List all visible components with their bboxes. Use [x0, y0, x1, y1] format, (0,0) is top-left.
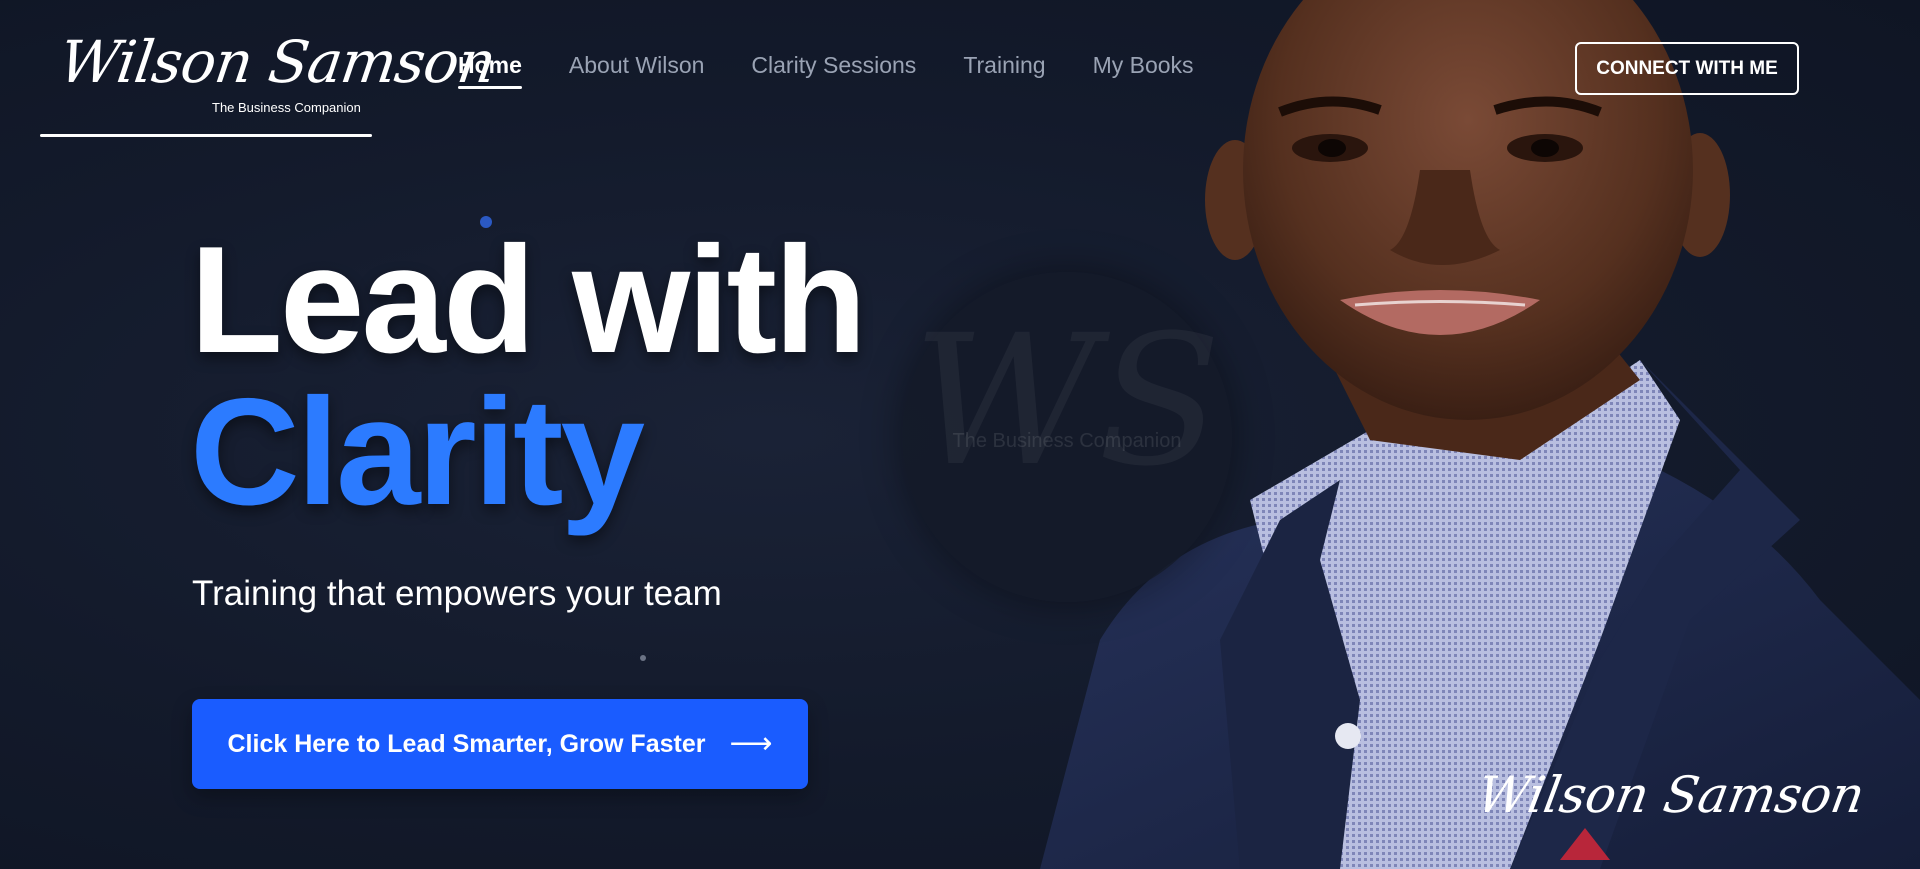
headline-line-2: Clarity: [190, 367, 645, 537]
signature: Wilson Samson: [1472, 766, 1869, 824]
watermark-emblem: WS The Business Companion: [902, 272, 1232, 602]
logo-underline: [40, 134, 372, 137]
nav-item-training[interactable]: Training: [963, 52, 1045, 79]
connect-button[interactable]: CONNECT WITH ME: [1575, 42, 1799, 95]
site-logo[interactable]: Wilson Samson The Business Companion: [40, 12, 499, 140]
nav-item-clarity-sessions[interactable]: Clarity Sessions: [751, 52, 916, 79]
headline-line-1: Lead with: [190, 215, 867, 385]
cta-label: Click Here to Lead Smarter, Grow Faster: [227, 729, 706, 758]
cta-button[interactable]: Click Here to Lead Smarter, Grow Faster …: [192, 699, 808, 789]
hero-headline: Lead with Clarity: [190, 215, 867, 537]
main-nav: Home About Wilson Clarity Sessions Train…: [458, 52, 1241, 89]
hero-subheadline: Training that empowers your team: [192, 574, 722, 613]
nav-item-my-books[interactable]: My Books: [1093, 52, 1194, 79]
arrow-right-icon: ⟶: [729, 727, 773, 760]
hero-section: Wilson Samson The Business Companion Hom…: [0, 0, 1920, 869]
decorative-dot: [640, 655, 646, 661]
nav-item-about-wilson[interactable]: About Wilson: [569, 52, 705, 79]
watermark-monogram: WS: [912, 297, 1222, 506]
logo-tagline: The Business Companion: [212, 100, 361, 115]
watermark-tagline: The Business Companion: [952, 430, 1182, 452]
nav-item-home[interactable]: Home: [458, 52, 522, 89]
logo-script: Wilson Samson: [55, 28, 500, 96]
